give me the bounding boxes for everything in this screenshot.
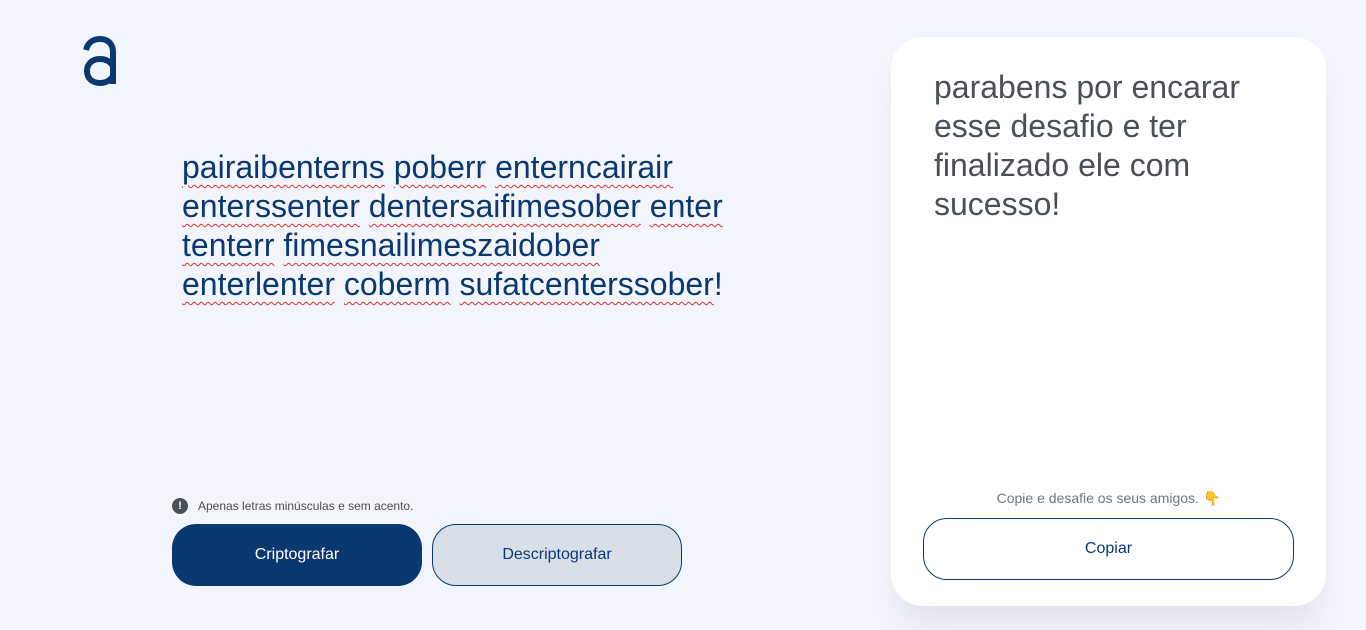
input-word: pairaibenterns	[182, 149, 385, 185]
input-word: coberm	[343, 266, 451, 302]
input-word: dentersaifimesober	[368, 188, 641, 224]
output-note: Copie e desafie os seus amigos. 👇	[891, 490, 1326, 507]
page: pairaibenterns poberr enterncairair enter…	[0, 0, 1366, 630]
text-input[interactable]: pairaibenterns poberr enterncairair enter…	[182, 148, 792, 448]
input-word: enterssenter	[182, 188, 360, 224]
logo-icon	[83, 36, 116, 87]
output-panel: parabens por encarar esse desafio e ter …	[891, 37, 1326, 606]
input-word: enterlenter	[182, 266, 335, 302]
input-word: sufatcenterssober	[459, 266, 714, 302]
encrypt-button[interactable]: Criptografar	[172, 524, 422, 586]
input-hint: ! Apenas letras minúsculas e sem acento.	[172, 498, 413, 514]
exclamation-circle-icon: !	[172, 498, 188, 514]
input-word: enterncairair	[495, 149, 673, 185]
copy-button[interactable]: Copiar	[923, 518, 1294, 580]
output-note-text: Copie e desafie os seus amigos.	[996, 490, 1199, 506]
input-word: enter	[649, 188, 723, 224]
input-word: poberr	[393, 149, 487, 185]
input-punctuation: !	[713, 266, 723, 302]
pointing-down-hand-icon: 👇	[1202, 490, 1221, 506]
input-word: tenterr	[182, 227, 275, 263]
decrypt-button[interactable]: Descriptografar	[432, 524, 682, 586]
output-text: parabens por encarar esse desafio e ter …	[934, 69, 1240, 222]
input-word: fimesnailimeszaidober	[283, 227, 600, 263]
hint-text: Apenas letras minúsculas e sem acento.	[198, 499, 414, 513]
